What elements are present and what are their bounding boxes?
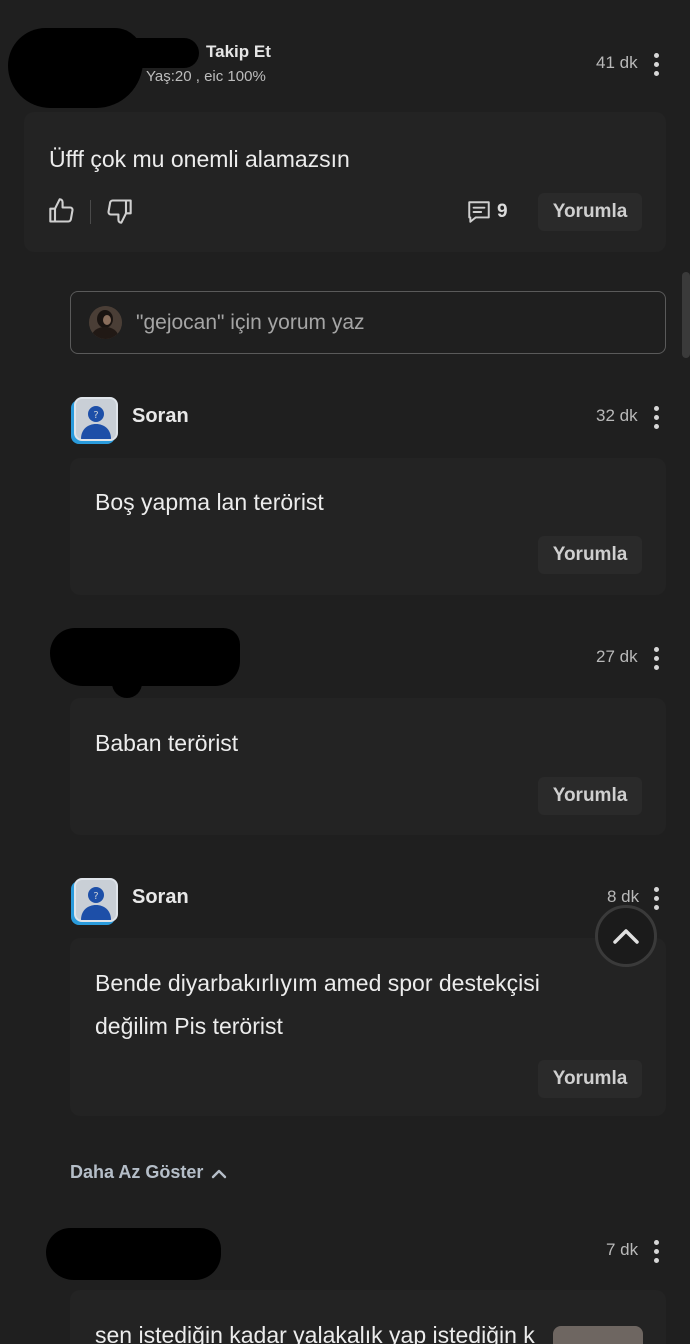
thumbs-up-icon[interactable]	[48, 197, 76, 230]
comment-text-line-1: Bende diyarbakırlıyım amed spor destekçi…	[95, 970, 540, 996]
comment-time: 32 dk	[596, 406, 638, 425]
avatar-icon: ?	[74, 878, 118, 922]
comment-text: Boş yapma lan terörist	[95, 489, 324, 515]
kebab-icon[interactable]	[653, 406, 659, 429]
show-less-label: Daha Az Göster	[70, 1162, 204, 1182]
chevron-up-icon	[212, 1169, 227, 1178]
redacted-avatar	[112, 668, 142, 698]
kebab-icon[interactable]	[653, 887, 659, 910]
comment-icon[interactable]	[466, 199, 492, 230]
kebab-icon[interactable]	[653, 53, 659, 76]
comment-text-line-2: değilim Pis terörist	[95, 1013, 283, 1039]
post-card	[24, 112, 666, 252]
comment-count: 9	[497, 201, 508, 222]
comment-time: 7 dk	[606, 1240, 639, 1259]
comment-author[interactable]: Soran	[132, 405, 189, 428]
show-less-button[interactable]: Daha Az Göster	[70, 1162, 227, 1183]
reply-button[interactable]: Yorumla	[538, 193, 642, 231]
comment-text: Baban terörist	[95, 730, 239, 756]
comment-text: sen istediğin kadar yalakalık yap istedi…	[95, 1322, 535, 1344]
comment-time: 8 dk	[607, 887, 640, 906]
comment-author[interactable]: Soran	[132, 886, 189, 909]
thumbs-down-icon[interactable]	[105, 197, 133, 230]
reply-button[interactable]: Yorumla	[538, 536, 642, 574]
redacted-username	[95, 38, 199, 68]
post-meta: Yaş:20 , eic 100%	[146, 68, 266, 85]
reply-input-placeholder: "gejocan" için yorum yaz	[136, 311, 365, 334]
reply-button[interactable]: Yorumla	[538, 1060, 642, 1098]
redacted-username	[46, 1228, 221, 1280]
reply-button[interactable]: Yorumla	[538, 777, 642, 815]
scrollbar[interactable]	[682, 272, 690, 358]
redacted-username	[50, 628, 240, 686]
user-avatar	[89, 306, 122, 339]
comment-time: 27 dk	[596, 647, 638, 666]
kebab-icon[interactable]	[653, 647, 659, 670]
svg-text:?: ?	[93, 410, 98, 421]
kebab-icon[interactable]	[653, 1240, 659, 1263]
post-text: Üfff çok mu onemli alamazsın	[49, 146, 350, 172]
svg-text:?: ?	[93, 891, 98, 902]
follow-button[interactable]: Takip Et	[206, 42, 271, 62]
attached-image-thumbnail[interactable]	[553, 1326, 643, 1344]
reaction-divider	[90, 200, 91, 224]
avatar-icon: ?	[74, 397, 118, 441]
post-time: 41 dk	[596, 53, 638, 72]
scroll-to-top-button[interactable]	[595, 905, 657, 967]
comment-card	[70, 458, 666, 595]
chevron-up-icon	[613, 929, 639, 944]
